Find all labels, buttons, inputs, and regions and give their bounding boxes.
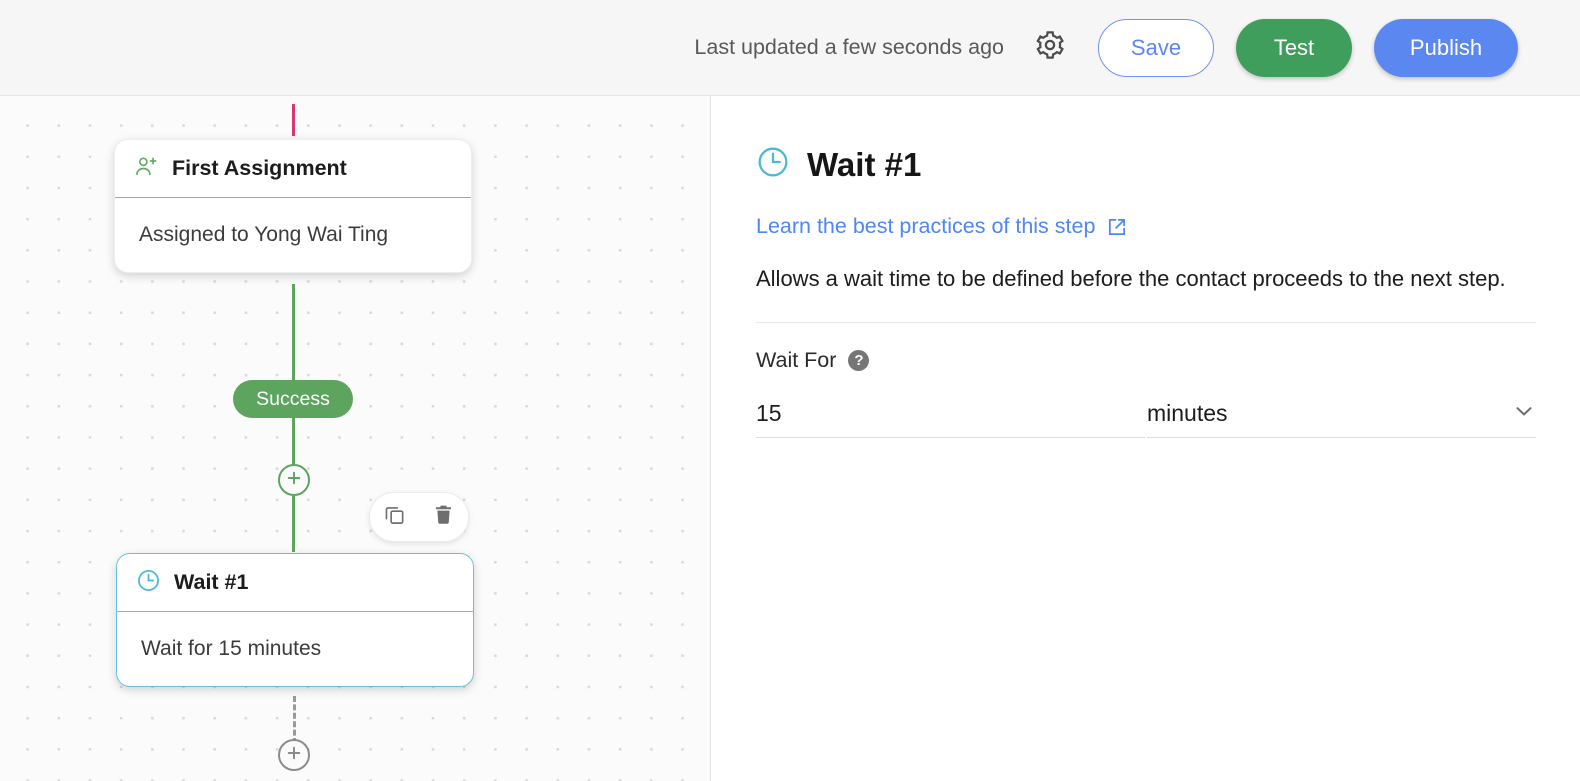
delete-node-button[interactable] [427, 500, 461, 534]
incoming-connector [292, 104, 295, 136]
workflow-canvas[interactable]: First Assignment Assigned to Yong Wai Ti… [0, 96, 711, 781]
add-step-button-success[interactable] [278, 464, 310, 496]
gear-icon [1034, 29, 1066, 66]
panel-description: Allows a wait time to be defined before … [756, 266, 1506, 291]
plus-circle-icon [285, 469, 303, 492]
step-details-panel: Wait #1 Learn the best practices of this… [712, 96, 1580, 781]
wait-for-field-row: minutes [756, 390, 1536, 439]
node-first-assignment[interactable]: First Assignment Assigned to Yong Wai Ti… [114, 139, 472, 273]
pending-connector [293, 696, 296, 744]
top-toolbar: Last updated a few seconds ago Save Test… [0, 0, 1580, 96]
wait-unit-value: minutes [1147, 400, 1228, 427]
person-add-icon [134, 154, 159, 184]
panel-header: Wait #1 [756, 145, 1536, 184]
node-action-toolbar [369, 492, 469, 542]
wait-for-label: Wait For [756, 348, 837, 373]
publish-button[interactable]: Publish [1374, 18, 1518, 77]
settings-button[interactable] [1028, 26, 1072, 70]
branch-label-success[interactable]: Success [233, 380, 353, 418]
save-button[interactable]: Save [1098, 18, 1214, 77]
add-step-button-next[interactable] [278, 739, 310, 771]
external-link-icon [1106, 216, 1128, 238]
wait-for-label-row: Wait For ? [756, 348, 1536, 373]
node-wait-1[interactable]: Wait #1 Wait for 15 minutes [116, 553, 474, 687]
plus-circle-icon [285, 744, 303, 767]
help-circle-icon[interactable]: ? [848, 350, 870, 372]
success-connector-upper [292, 284, 295, 384]
last-updated-text: Last updated a few seconds ago [694, 35, 1004, 59]
node-body: Wait for 15 minutes [141, 637, 322, 660]
chevron-down-icon [1512, 399, 1536, 428]
wait-amount-input[interactable] [756, 390, 1145, 439]
clock-icon [136, 568, 161, 598]
test-button[interactable]: Test [1236, 18, 1352, 77]
node-body: Assigned to Yong Wai Ting [139, 223, 389, 246]
copy-icon [383, 503, 406, 531]
node-header: Wait #1 [117, 554, 473, 612]
node-title: First Assignment [172, 156, 347, 180]
node-title: Wait #1 [174, 570, 249, 594]
panel-divider [756, 322, 1536, 324]
best-practices-link[interactable]: Learn the best practices of this step [756, 214, 1128, 239]
node-header: First Assignment [115, 140, 471, 198]
trash-icon [432, 503, 455, 531]
clock-icon [756, 145, 790, 184]
wait-unit-select[interactable]: minutes [1147, 390, 1536, 439]
copy-node-button[interactable] [378, 500, 412, 534]
success-connector-lower [292, 496, 295, 552]
best-practices-link-label: Learn the best practices of this step [756, 214, 1096, 238]
panel-title: Wait #1 [807, 145, 922, 183]
